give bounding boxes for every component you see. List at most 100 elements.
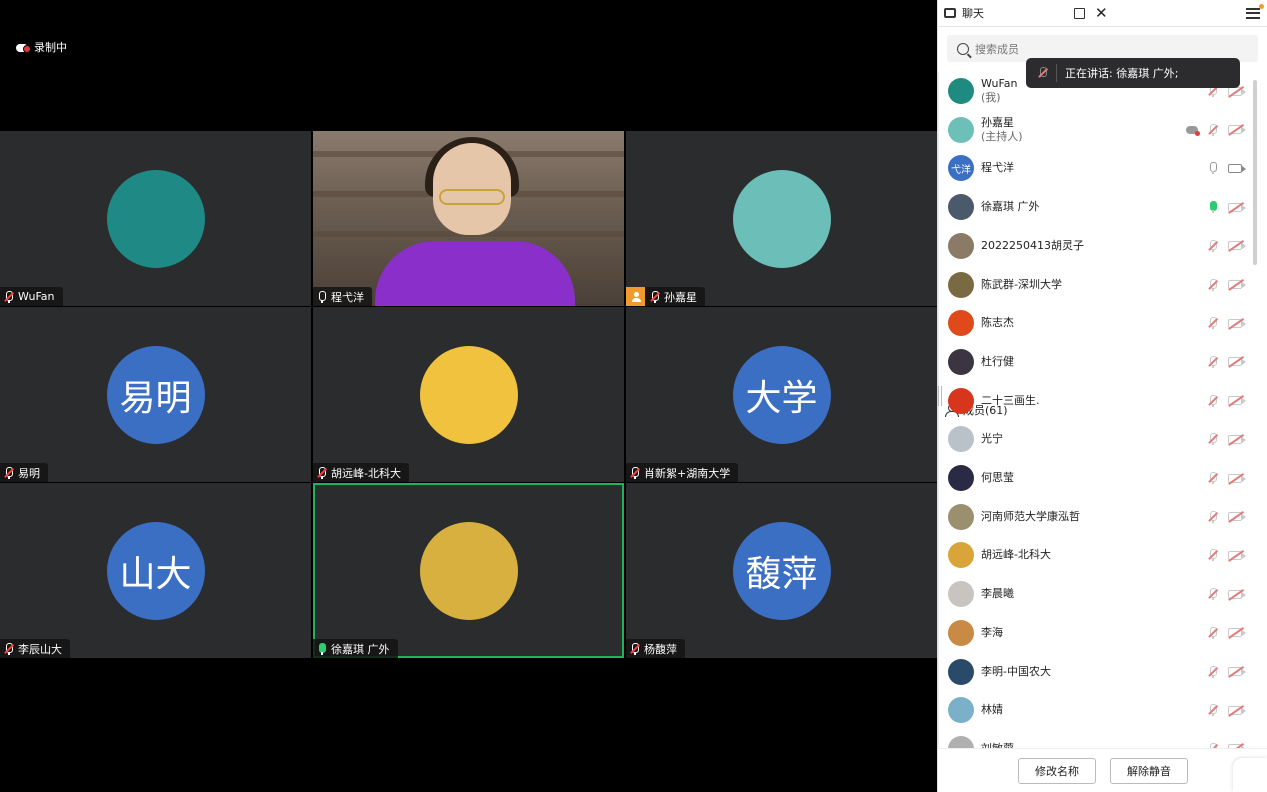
tab-chat-label: 聊天: [962, 7, 984, 20]
video-tile[interactable]: 易明 易明: [0, 307, 311, 482]
member-name: 李晨曦: [981, 587, 1014, 601]
member-row[interactable]: 孙嘉星 (主持人): [938, 111, 1260, 149]
cloud-record-icon: [1186, 125, 1200, 136]
camera-off-icon[interactable]: [1228, 588, 1246, 601]
member-row[interactable]: 陈武群-深圳大学: [938, 266, 1260, 304]
member-row[interactable]: 弋洋 程弋洋: [938, 149, 1260, 187]
recording-indicator[interactable]: 录制中: [16, 39, 67, 55]
participant-name: 程弋洋: [331, 290, 364, 304]
member-row[interactable]: 2022250413胡灵子: [938, 227, 1260, 265]
member-row[interactable]: 光宁: [938, 420, 1260, 458]
mic-muted-icon: [650, 290, 660, 303]
video-tile[interactable]: 徐嘉琪 广外: [313, 483, 624, 658]
video-tile[interactable]: 程弋洋: [313, 131, 624, 306]
host-icon: [626, 287, 645, 306]
avatar: [948, 658, 974, 685]
tooltip-divider: [1056, 64, 1057, 82]
member-row[interactable]: 杜行健: [938, 343, 1260, 381]
member-row[interactable]: 李晨曦: [938, 575, 1260, 613]
camera-off-icon[interactable]: [1228, 433, 1246, 446]
participant-name: 李辰山大: [18, 642, 62, 656]
member-row[interactable]: 河南师范大学康泓哲: [938, 498, 1260, 536]
mic-muted-icon[interactable]: [1208, 472, 1218, 484]
member-row[interactable]: 刘敏蓉: [938, 730, 1260, 748]
camera-off-icon[interactable]: [1228, 317, 1246, 330]
floating-corner[interactable]: [1233, 758, 1267, 792]
participant-label: 易明: [0, 463, 48, 482]
avatar: [948, 619, 974, 646]
participant-name: 杨馥萍: [644, 642, 677, 656]
avatar: [948, 465, 974, 491]
member-row[interactable]: 胡远峰-北科大: [938, 536, 1260, 574]
tab-chat[interactable]: 聊天: [938, 0, 1070, 27]
avatar: [948, 426, 974, 453]
member-row[interactable]: 徐嘉琪 广外: [938, 188, 1260, 226]
video-tile[interactable]: 孙嘉星: [626, 131, 937, 306]
mic-muted-icon[interactable]: [1208, 433, 1218, 446]
search-input[interactable]: 搜索成员: [975, 41, 1019, 57]
camera-off-icon[interactable]: [1228, 472, 1246, 485]
popout-icon[interactable]: [1074, 7, 1085, 19]
mic-icon[interactable]: [1208, 162, 1218, 175]
camera-off-icon[interactable]: [1228, 511, 1246, 523]
camera-off-icon[interactable]: [1228, 627, 1246, 639]
video-tile[interactable]: 大学 肖新絮+湖南大学: [626, 307, 937, 482]
member-list: WuFan (我) 孙嘉星 (主持人) 弋洋 程弋洋 徐嘉琪 广外 2022250413胡灵子…: [938, 72, 1267, 748]
unmute-all-button[interactable]: 解除静音: [1110, 757, 1188, 784]
camera-off-icon[interactable]: [1228, 124, 1246, 136]
mic-muted-icon[interactable]: [1208, 665, 1218, 678]
member-row[interactable]: 李明-中国农大: [938, 653, 1260, 691]
camera-off-icon[interactable]: [1228, 549, 1246, 562]
member-list-scrollbar[interactable]: [1253, 80, 1257, 265]
avatar: [948, 387, 974, 414]
participant-avatar: [106, 169, 205, 268]
mic-muted-icon: [630, 466, 640, 479]
mic-icon[interactable]: [1208, 201, 1218, 214]
camera-off-icon[interactable]: [1228, 395, 1246, 407]
participant-label: 杨馥萍: [626, 639, 685, 658]
mic-muted-icon[interactable]: [1208, 123, 1218, 136]
video-tile[interactable]: WuFan: [0, 131, 311, 306]
mic-muted-icon: [4, 642, 14, 655]
video-tile[interactable]: 胡远峰-北科大: [313, 307, 624, 482]
avatar: [948, 697, 974, 724]
rename-button[interactable]: 修改名称: [1018, 757, 1096, 784]
member-row[interactable]: 二十三画生.: [938, 382, 1260, 420]
camera-icon[interactable]: [1228, 163, 1246, 173]
camera-off-icon[interactable]: [1228, 704, 1246, 717]
mic-muted-icon[interactable]: [1208, 549, 1218, 562]
participant-label: 肖新絮+湖南大学: [626, 463, 739, 482]
member-row[interactable]: 林婧: [938, 691, 1260, 729]
member-row[interactable]: 陈志杰: [938, 304, 1260, 342]
mic-muted-icon[interactable]: [1208, 510, 1218, 523]
mic-muted-icon[interactable]: [1208, 588, 1218, 601]
avatar: [948, 310, 974, 337]
member-name: 杜行健: [981, 354, 1014, 368]
close-icon[interactable]: ✕: [1095, 4, 1108, 22]
menu-icon[interactable]: [1246, 3, 1264, 19]
video-tile[interactable]: 馥萍 杨馥萍: [626, 483, 937, 658]
participant-name: 徐嘉琪 广外: [331, 642, 390, 656]
camera-off-icon[interactable]: [1228, 201, 1246, 214]
member-row[interactable]: 李海: [938, 614, 1260, 652]
camera-off-icon[interactable]: [1228, 665, 1246, 678]
member-name: 二十三画生.: [981, 393, 1040, 407]
camera-off-icon[interactable]: [1228, 240, 1246, 252]
participant-avatar: 易明: [106, 345, 205, 444]
mic-muted-icon[interactable]: [1208, 704, 1218, 717]
mic-muted-icon[interactable]: [1208, 317, 1218, 330]
search-icon: [957, 42, 969, 55]
mic-muted-icon[interactable]: [1208, 355, 1218, 368]
panel-resize-handle[interactable]: [938, 386, 942, 406]
member-row[interactable]: 何思莹: [938, 459, 1260, 497]
mic-muted-icon[interactable]: [1208, 394, 1218, 407]
mic-muted-icon[interactable]: [1208, 278, 1218, 291]
mic-muted-icon[interactable]: [1208, 626, 1218, 639]
video-tile[interactable]: 山大 李辰山大: [0, 483, 311, 658]
mic-muted-icon[interactable]: [1208, 239, 1218, 252]
mic-muted-icon: [1038, 67, 1048, 79]
camera-off-icon[interactable]: [1228, 278, 1246, 291]
camera-off-icon[interactable]: [1228, 356, 1246, 368]
participant-name: 易明: [18, 466, 40, 480]
member-name: 李明-中国农大: [981, 664, 1051, 678]
